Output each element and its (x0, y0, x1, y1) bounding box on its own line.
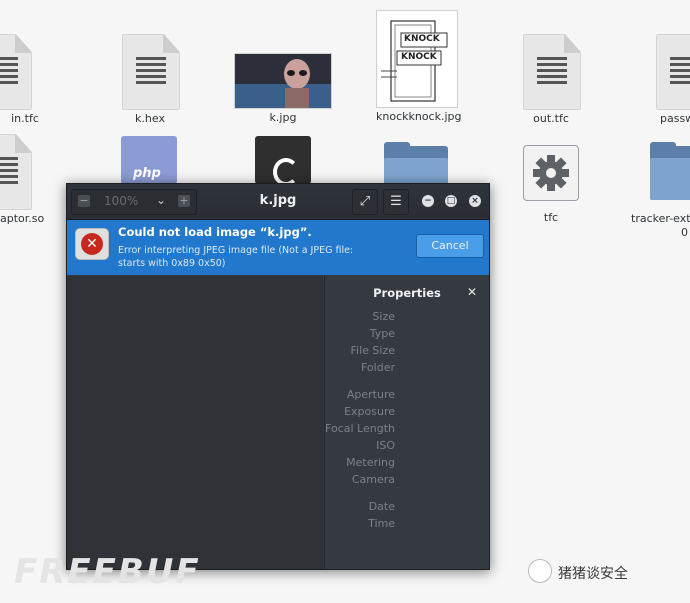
menu-icon[interactable]: ☰ (383, 189, 409, 215)
file-passw[interactable]: passw (654, 34, 690, 130)
error-icon: ✕ (75, 228, 109, 260)
file-label: passw (660, 112, 690, 125)
maximize-icon[interactable]: □ (445, 195, 457, 207)
properties-heading: Properties (373, 286, 441, 300)
file-label-line2: 0 (681, 226, 688, 239)
prop-exposure: Exposure (344, 405, 395, 418)
folder-icon (650, 142, 690, 200)
close-icon[interactable]: × (469, 195, 481, 207)
watermark-freebuf: FREEBUF (14, 552, 201, 592)
document-icon (122, 34, 180, 110)
prop-aperture: Aperture (346, 388, 395, 401)
prop-folder: Folder (361, 361, 395, 374)
file-label: knockknock.jpg (376, 110, 462, 123)
file-label: tfc (543, 211, 559, 224)
prop-metering: Metering (346, 456, 395, 469)
error-message: Error interpreting JPEG image file (Not … (118, 245, 354, 269)
cancel-button[interactable]: Cancel (416, 234, 484, 258)
minimize-icon[interactable]: − (422, 195, 434, 207)
c-source-file-icon[interactable] (255, 136, 311, 186)
image-thumbnail: KNOCK KNOCK (376, 10, 458, 108)
fullscreen-icon[interactable]: ⤢ (352, 189, 378, 215)
close-sidebar-icon[interactable]: ✕ (467, 285, 477, 299)
folder-icon[interactable] (384, 142, 448, 200)
file-label: tracker-extr (631, 212, 690, 225)
file-k-jpg[interactable]: k.jpg (234, 53, 332, 131)
error-info-bar: ✕ Could not load image “k.jpg”. Error in… (67, 220, 489, 275)
alien-thumbnail-icon (235, 54, 331, 108)
image-viewer-window: − 100% ⌄ + k.jpg ⤢ ☰ − □ × ✕ Could not l… (66, 183, 490, 570)
prop-file-size: File Size (350, 344, 395, 357)
file-knockknock-jpg[interactable]: KNOCK KNOCK knockknock.jpg (376, 10, 462, 130)
file-label: in.tfc (11, 112, 39, 125)
file-label: out.tfc (533, 112, 569, 125)
prop-date: Date (368, 500, 395, 513)
image-thumbnail (234, 53, 332, 109)
knock-text: KNOCK (401, 52, 437, 62)
watermark-account: 猪猪谈安全 (558, 566, 628, 582)
prop-time: Time (368, 517, 395, 530)
php-file-icon[interactable]: php (121, 136, 177, 184)
file-label: aptor.so (0, 212, 45, 225)
error-title: Could not load image “k.jpg”. (118, 225, 312, 239)
document-icon (0, 134, 32, 210)
prop-iso: ISO (376, 439, 395, 452)
image-canvas[interactable] (67, 276, 323, 569)
file-k-hex[interactable]: k.hex (120, 34, 180, 130)
wechat-logo-icon (528, 559, 552, 583)
gear-icon (523, 145, 579, 201)
file-aptor-so[interactable]: aptor.so (0, 134, 46, 230)
prop-focal-length: Focal Length (325, 422, 395, 435)
file-tfc[interactable]: tfc (521, 145, 581, 229)
php-label: php (133, 166, 161, 181)
document-icon (0, 34, 32, 110)
knock-text: KNOCK (404, 34, 440, 44)
prop-camera: Camera (351, 473, 395, 486)
properties-sidebar: Properties ✕ Size Type File Size Folder … (324, 276, 489, 569)
prop-type: Type (369, 327, 395, 340)
document-icon (656, 34, 690, 110)
file-label: k.jpg (269, 111, 297, 124)
prop-size: Size (372, 310, 395, 323)
file-label: k.hex (135, 112, 165, 125)
header-bar: − 100% ⌄ + k.jpg ⤢ ☰ − □ × (67, 184, 489, 220)
folder-tracker-extr[interactable]: tracker-extr 0 (628, 140, 690, 240)
document-icon (523, 34, 581, 110)
file-in-tfc[interactable]: in.tfc (0, 34, 40, 130)
file-out-tfc[interactable]: out.tfc (521, 34, 581, 130)
